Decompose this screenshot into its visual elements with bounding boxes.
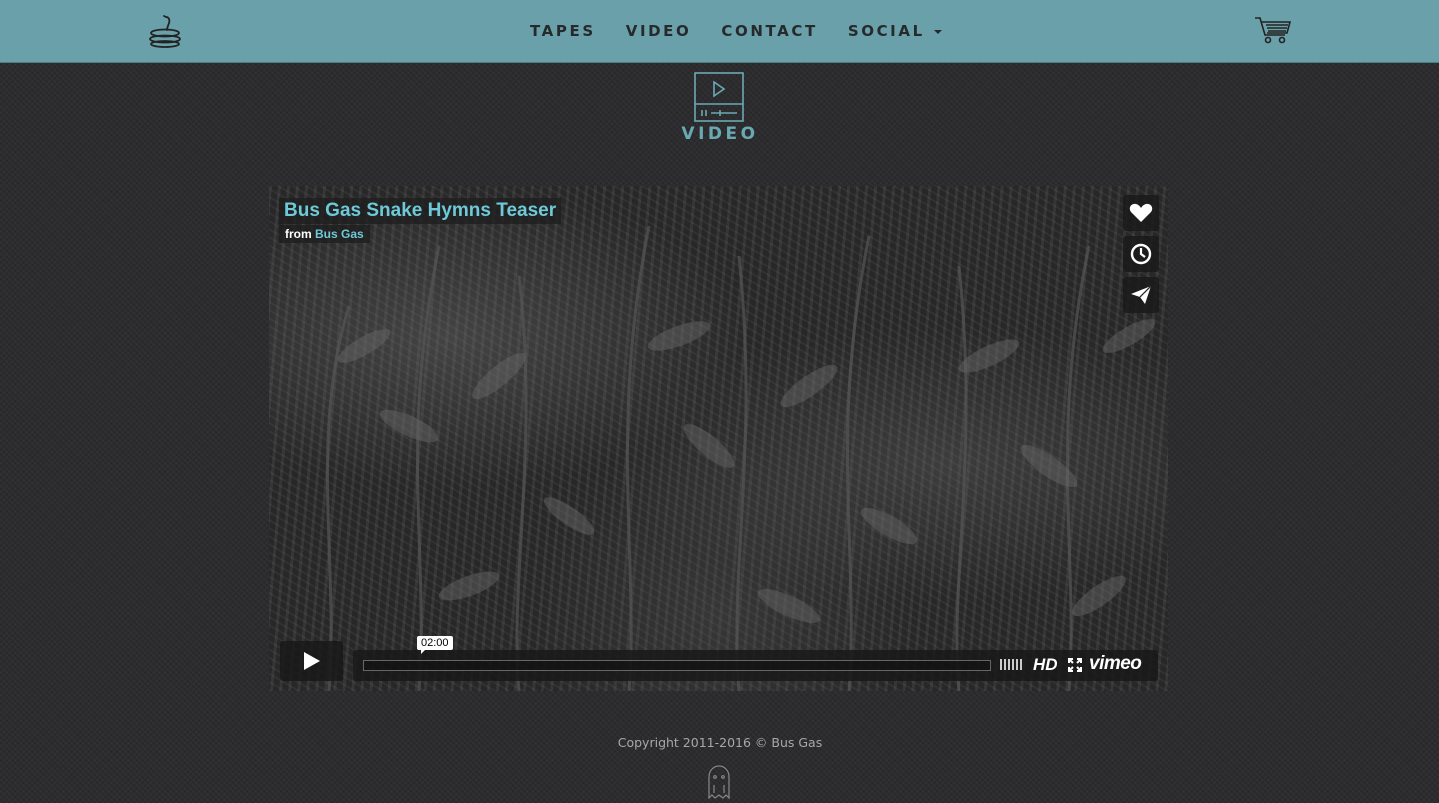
video-player[interactable]: Bus Gas Snake Hymns Teaser from Bus Gas …	[269, 186, 1168, 691]
author-link[interactable]: Bus Gas	[315, 227, 364, 241]
video-title-link[interactable]: Bus Gas Snake Hymns Teaser	[279, 198, 562, 224]
clock-icon	[1130, 243, 1152, 265]
section-title: VIDEO	[681, 124, 759, 144]
nav-social-dropdown[interactable]: SOCIAL	[848, 22, 942, 40]
navbar: TAPES VIDEO CONTACT SOCIAL	[0, 0, 1439, 63]
video-thumbnail	[326, 225, 1156, 691]
hd-toggle[interactable]: HD	[1033, 655, 1058, 675]
heart-icon	[1129, 203, 1153, 222]
footer-copyright: Copyright 2011-2016 © Bus Gas	[617, 735, 823, 750]
nav-contact[interactable]: CONTACT	[721, 22, 817, 40]
video-byline: from Bus Gas	[279, 225, 370, 243]
player-controls: 02:00 HD vimeo	[280, 636, 1158, 681]
control-bar: 02:00 HD vimeo	[353, 636, 1158, 681]
share-button[interactable]	[1123, 277, 1159, 313]
play-icon	[303, 652, 320, 670]
paper-plane-icon	[1131, 285, 1152, 304]
time-display: 02:00	[417, 636, 453, 654]
like-button[interactable]	[1123, 195, 1159, 231]
ghost-icon	[708, 765, 730, 799]
shopping-cart-icon[interactable]	[1254, 15, 1292, 45]
nav-tapes[interactable]: TAPES	[530, 22, 596, 40]
fullscreen-icon[interactable]	[1068, 658, 1082, 672]
progress-bar[interactable]	[363, 660, 991, 671]
play-button[interactable]	[280, 641, 343, 681]
nav-video-label: VIDEO	[625, 22, 692, 40]
nav-tapes-label: TAPES	[530, 22, 596, 40]
from-label: from	[285, 227, 312, 241]
caret-down-icon	[933, 30, 942, 34]
nav-social-label: SOCIAL	[847, 22, 925, 40]
watch-later-button[interactable]	[1123, 236, 1159, 272]
volume-control[interactable]	[1000, 659, 1022, 670]
nav-contact-label: CONTACT	[721, 22, 818, 40]
main-nav: TAPES VIDEO CONTACT SOCIAL	[515, 0, 957, 62]
vimeo-logo-link[interactable]: vimeo	[1089, 653, 1142, 675]
video-player-icon	[694, 72, 744, 122]
nav-video[interactable]: VIDEO	[626, 22, 692, 40]
snake-icon[interactable]	[146, 14, 184, 48]
